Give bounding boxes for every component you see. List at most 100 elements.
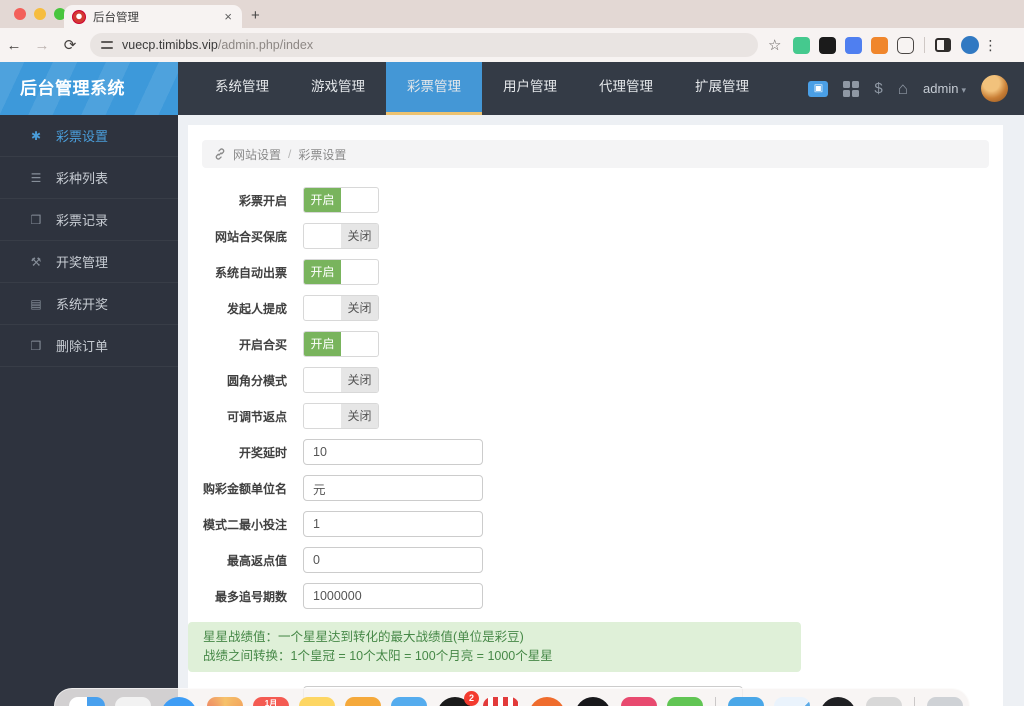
form-row-6: 圆角分模式关闭 bbox=[188, 362, 1003, 398]
form-row-4: 发起人提成 关闭 bbox=[188, 290, 1003, 326]
message-icon[interactable]: ▣ bbox=[808, 81, 828, 97]
nav-tab-4[interactable]: 用户管理 bbox=[482, 62, 578, 115]
minimize-window-button[interactable] bbox=[34, 8, 46, 20]
macos-dock: 1月 2 bbox=[54, 688, 970, 706]
photos-icon[interactable] bbox=[207, 697, 243, 706]
browser-menu-icon[interactable]: ⋮ bbox=[983, 37, 997, 54]
sidebar-item-3[interactable]: ❒彩票记录 bbox=[0, 199, 178, 241]
list-icon: ☰ bbox=[27, 171, 45, 185]
form-row-3: 系统自动出票开启 bbox=[188, 254, 1003, 290]
sidebar-item-label: 系统开奖 bbox=[56, 294, 108, 313]
form-label: 可调节返点 bbox=[188, 408, 287, 425]
sidebar-item-6[interactable]: ❒删除订单 bbox=[0, 325, 178, 367]
macos-titlebar: 后台管理 × + bbox=[0, 0, 1024, 28]
player-icon[interactable] bbox=[621, 697, 657, 706]
split-view-icon[interactable] bbox=[935, 38, 951, 52]
notes-icon[interactable] bbox=[299, 697, 335, 706]
text-field[interactable] bbox=[303, 439, 483, 465]
dollar-icon[interactable]: $ bbox=[874, 81, 882, 96]
toggle-off-side: 关闭 bbox=[341, 404, 378, 428]
user-avatar[interactable] bbox=[981, 75, 1008, 102]
toggle-switch[interactable]: 关闭 bbox=[303, 367, 379, 393]
cards-icon: ▤ bbox=[27, 297, 45, 311]
settings-form: 彩票开启开启网站合买保底关闭系统自动出票开启发起人提成关闭开启合买开启圆角分模式… bbox=[188, 182, 1003, 614]
nav-tab-3[interactable]: 彩票管理 bbox=[386, 62, 482, 115]
browser-toolbar: ← → ⟳ vuecp.timibbs.vip/admin.php/index … bbox=[0, 28, 1024, 62]
content-card: 网站设置 / 彩票设置 彩票开启开启网站合买保底关闭系统自动出票开启发起人提成关… bbox=[188, 125, 1003, 706]
browser-tab[interactable]: 后台管理 × bbox=[64, 5, 242, 28]
form-row-8: 开奖延时 bbox=[188, 434, 1003, 470]
profile-avatar-icon[interactable] bbox=[961, 36, 979, 54]
pen-app-icon[interactable] bbox=[774, 697, 810, 706]
text-field[interactable] bbox=[303, 583, 483, 609]
admin-menu[interactable]: admin▾ bbox=[923, 80, 966, 98]
form-label: 系统自动出票 bbox=[188, 264, 287, 281]
wechat-icon[interactable] bbox=[667, 697, 703, 706]
terminal-icon[interactable] bbox=[820, 697, 856, 706]
firefox-icon[interactable] bbox=[529, 697, 565, 706]
site-settings-icon[interactable] bbox=[100, 38, 114, 52]
github-icon[interactable] bbox=[575, 697, 611, 706]
forward-button[interactable]: → bbox=[28, 37, 56, 54]
home-icon[interactable]: ⌂ bbox=[898, 80, 908, 97]
chevron-down-icon: ▾ bbox=[961, 85, 966, 95]
toggle-on-side bbox=[304, 368, 341, 392]
admin-label[interactable]: admin bbox=[923, 81, 958, 96]
nav-tab-1[interactable]: 系统管理 bbox=[194, 62, 290, 115]
breadcrumb-section[interactable]: 网站设置 bbox=[233, 146, 281, 163]
stack-icon[interactable] bbox=[927, 697, 963, 706]
nav-tab-5[interactable]: 代理管理 bbox=[578, 62, 674, 115]
nav-tab-2[interactable]: 游戏管理 bbox=[290, 62, 386, 115]
twitter-icon[interactable] bbox=[391, 697, 427, 706]
recorder-extension-icon[interactable] bbox=[793, 37, 810, 54]
toggle-switch[interactable]: 关闭 bbox=[303, 295, 379, 321]
new-tab-button[interactable]: + bbox=[251, 7, 260, 24]
bookmark-star-icon[interactable]: ☆ bbox=[768, 36, 781, 54]
sidebar: ✱彩票设置☰彩种列表❒彩票记录⚒开奖管理 ▤ 系统开奖 ❒删除订单 bbox=[0, 115, 178, 706]
tab-close-icon[interactable]: × bbox=[222, 9, 234, 24]
notification-badge: 2 bbox=[464, 691, 479, 706]
toggle-switch[interactable]: 开启 bbox=[303, 187, 379, 213]
puzzle-extensions-icon[interactable] bbox=[897, 37, 914, 54]
reload-button[interactable]: ⟳ bbox=[56, 36, 84, 54]
toggle-switch[interactable]: 开启 bbox=[303, 259, 379, 285]
metamask-extension-icon[interactable] bbox=[871, 37, 888, 54]
main-nav: 系统管理游戏管理彩票管理用户管理代理管理扩展管理 bbox=[194, 62, 770, 115]
text-field[interactable] bbox=[303, 511, 483, 537]
nav-tab-6[interactable]: 扩展管理 bbox=[674, 62, 770, 115]
form-label: 发起人提成 bbox=[188, 300, 287, 317]
calendar-icon[interactable]: 1月 bbox=[253, 697, 289, 706]
gift-icon[interactable] bbox=[843, 81, 859, 97]
notice-box: 星星战绩值：一个星星达到转化的最大战绩值(单位是彩豆) 战绩之间转换：1个皇冠 … bbox=[188, 622, 801, 672]
notice-line-2: 战绩之间转换：1个皇冠 = 10个太阳 = 100个月亮 = 1000个星星 bbox=[203, 647, 786, 666]
url-bar[interactable]: vuecp.timibbs.vip/admin.php/index bbox=[90, 33, 758, 57]
url-text: vuecp.timibbs.vip/admin.php/index bbox=[122, 38, 313, 52]
finder-icon[interactable] bbox=[69, 697, 105, 706]
sidebar-item-2[interactable]: ☰彩种列表 bbox=[0, 157, 178, 199]
form-row-7: 可调节返点 关闭 bbox=[188, 398, 1003, 434]
cursor-extension-icon[interactable] bbox=[845, 37, 862, 54]
toggle-off-side bbox=[341, 188, 378, 212]
sidebar-item-4[interactable]: ⚒开奖管理 bbox=[0, 241, 178, 283]
ruler-pencil-icon[interactable] bbox=[866, 697, 902, 706]
sidebar-item-label: 开奖管理 bbox=[56, 252, 108, 271]
sidebar-item-5[interactable]: ▤ 系统开奖 bbox=[0, 283, 178, 325]
music-icon[interactable]: 2 bbox=[437, 697, 473, 706]
close-window-button[interactable] bbox=[14, 8, 26, 20]
text-field[interactable] bbox=[303, 475, 483, 501]
safari-icon[interactable] bbox=[161, 697, 197, 706]
form-row-9: 购彩金额单位名 bbox=[188, 470, 1003, 506]
form-row-12: 最多追号期数 bbox=[188, 578, 1003, 614]
video-app-icon[interactable] bbox=[483, 697, 519, 706]
camera-extension-icon[interactable] bbox=[819, 37, 836, 54]
toggle-off-side: 关闭 bbox=[341, 296, 378, 320]
launchpad-icon[interactable] bbox=[115, 697, 151, 706]
compose-icon[interactable] bbox=[345, 697, 381, 706]
back-button[interactable]: ← bbox=[0, 37, 28, 54]
toggle-switch[interactable]: 开启 bbox=[303, 331, 379, 357]
telegram-icon[interactable] bbox=[728, 697, 764, 706]
sidebar-item-1[interactable]: ✱彩票设置 bbox=[0, 115, 178, 157]
text-field[interactable] bbox=[303, 547, 483, 573]
toggle-switch[interactable]: 关闭 bbox=[303, 223, 379, 249]
toggle-switch[interactable]: 关闭 bbox=[303, 403, 379, 429]
